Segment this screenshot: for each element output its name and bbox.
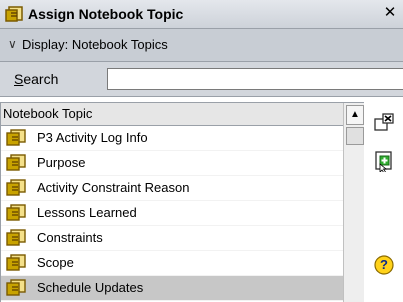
close-icon[interactable]: ✕ <box>381 4 399 22</box>
notebook-icon <box>6 179 26 196</box>
chevron-down-icon[interactable]: ∨ <box>8 37 17 51</box>
notebook-icon <box>6 204 26 221</box>
list-item[interactable]: Purpose <box>1 151 343 176</box>
display-label[interactable]: Display: Notebook Topics <box>22 37 168 52</box>
search-label-access-key: S <box>14 71 24 87</box>
list-item[interactable]: Schedule Updates <box>1 276 343 301</box>
list-item[interactable]: P3 Activity Log Info <box>1 126 343 151</box>
list-item[interactable]: Constraints <box>1 226 343 251</box>
list-item-label: Scope <box>37 255 74 270</box>
title-bar: Assign Notebook Topic ✕ <box>0 0 403 29</box>
notebook-icon <box>6 279 26 296</box>
assign-topic-icon[interactable] <box>373 150 395 172</box>
remove-topic-icon[interactable] <box>373 112 395 134</box>
notebook-icon <box>5 6 23 22</box>
svg-text:?: ? <box>380 257 388 272</box>
list-item-label: P3 Activity Log Info <box>37 130 148 145</box>
list-item-label: Activity Constraint Reason <box>37 180 190 195</box>
list-item-label: Purpose <box>37 155 86 170</box>
search-label: Search <box>14 71 58 87</box>
notebook-icon <box>6 254 26 271</box>
list-item[interactable]: Lessons Learned <box>1 201 343 226</box>
notebook-topic-list: Notebook Topic P3 Activity Log Info Purp… <box>0 102 365 302</box>
column-header-notebook-topic[interactable]: Notebook Topic <box>1 103 343 126</box>
scroll-up-arrow-icon[interactable]: ▲ <box>346 105 364 125</box>
scroll-thumb[interactable] <box>346 127 364 145</box>
window-title: Assign Notebook Topic <box>28 6 184 22</box>
list-item-label: Constraints <box>37 230 103 245</box>
list-item-label: Schedule Updates <box>37 280 144 295</box>
search-input[interactable] <box>107 68 403 90</box>
list-item[interactable]: Activity Constraint Reason <box>1 176 343 201</box>
notebook-icon <box>6 154 26 171</box>
list-rows: P3 Activity Log Info Purpose Activity Co… <box>1 126 343 301</box>
search-label-text: earch <box>23 71 59 87</box>
help-icon[interactable]: ? <box>373 254 395 276</box>
list-item-label: Lessons Learned <box>37 205 137 220</box>
tool-column: ? <box>364 102 403 301</box>
vertical-scrollbar[interactable]: ▲ <box>343 103 364 302</box>
notebook-icon <box>6 229 26 246</box>
list-item[interactable]: Scope <box>1 251 343 276</box>
notebook-icon <box>6 129 26 146</box>
search-bar: Search <box>0 62 403 97</box>
display-bar[interactable]: ∨ Display: Notebook Topics <box>0 29 403 62</box>
